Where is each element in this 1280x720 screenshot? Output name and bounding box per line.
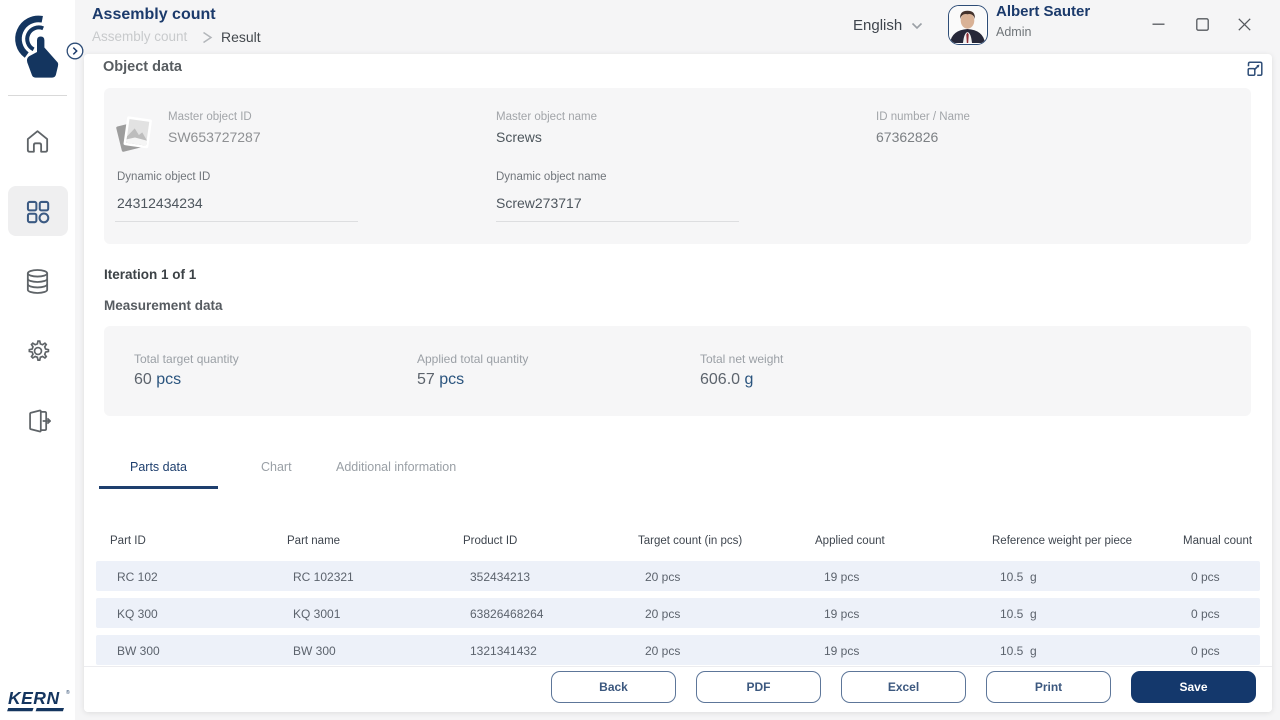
svg-text:KERN: KERN [8, 688, 60, 708]
svg-text:®: ® [66, 689, 70, 696]
